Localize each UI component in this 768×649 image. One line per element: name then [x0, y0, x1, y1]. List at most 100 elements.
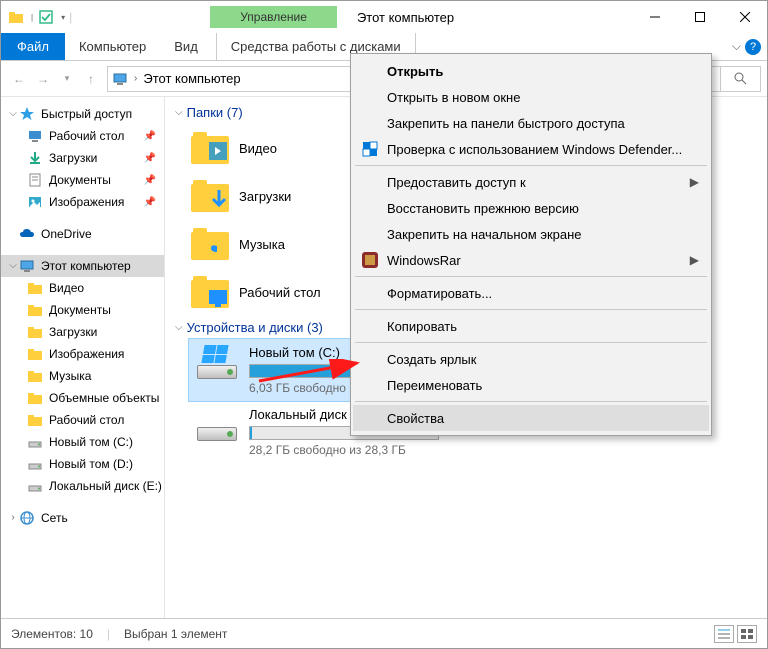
menu-item[interactable]: Копировать [353, 313, 709, 339]
submenu-arrow-icon: ▶ [690, 253, 699, 267]
sidebar-item[interactable]: Загрузки 📌 [1, 147, 164, 169]
sidebar-item[interactable]: Локальный диск (E:) [1, 475, 164, 497]
sidebar-item[interactable]: Документы [1, 299, 164, 321]
status-bar: Элементов: 10 | Выбран 1 элемент [1, 618, 767, 648]
menu-item[interactable]: Форматировать... [353, 280, 709, 306]
tiles-view-button[interactable] [737, 625, 757, 643]
folder-label: Видео [239, 141, 277, 156]
minimize-button[interactable] [632, 2, 677, 32]
sidebar-item[interactable]: Документы 📌 [1, 169, 164, 191]
search-box[interactable] [721, 66, 761, 92]
quick-access-node[interactable]: ⌵ Быстрый доступ [1, 103, 164, 125]
up-button[interactable]: ↑ [79, 67, 103, 91]
menu-item[interactable]: Закрепить на панели быстрого доступа [353, 110, 709, 136]
quick-access-toolbar: | ▾ | [1, 6, 78, 28]
menu-item[interactable]: Открыть в новом окне [353, 84, 709, 110]
rar-icon [361, 251, 379, 269]
menu-item-label: Открыть в новом окне [387, 90, 520, 105]
caret-down-icon[interactable]: ▾ [61, 13, 65, 22]
sidebar-label: OneDrive [41, 227, 92, 241]
folder-icon [27, 280, 43, 296]
computer-icon [112, 71, 128, 87]
details-view-button[interactable] [714, 625, 734, 643]
sidebar-item[interactable]: Объемные объекты [1, 387, 164, 409]
menu-item[interactable]: Закрепить на начальном экране [353, 221, 709, 247]
sidebar-item[interactable]: Изображения [1, 343, 164, 365]
drive-icon [195, 345, 239, 381]
sidebar-item[interactable]: Новый том (C:) [1, 431, 164, 453]
folder-icon [27, 412, 43, 428]
folder-label: Загрузки [239, 189, 291, 204]
cloud-icon [19, 226, 35, 242]
folder-icon[interactable] [5, 6, 27, 28]
pin-icon: 📌 [144, 197, 156, 208]
folder-icon [27, 368, 43, 384]
folder-icon [27, 390, 43, 406]
menu-item-label: Закрепить на начальном экране [387, 227, 582, 242]
properties-icon[interactable] [35, 6, 57, 28]
menu-item[interactable]: Свойства [353, 405, 709, 431]
menu-item[interactable]: Предоставить доступ к ▶ [353, 169, 709, 195]
file-tab[interactable]: Файл [1, 33, 65, 60]
close-button[interactable] [722, 2, 767, 32]
onedrive-node[interactable]: OneDrive [1, 223, 164, 245]
sidebar-label: Изображения [49, 347, 124, 361]
address-text[interactable]: Этот компьютер [143, 71, 240, 86]
back-button[interactable]: ← [7, 67, 31, 91]
menu-item[interactable]: Переименовать [353, 372, 709, 398]
help-icon[interactable]: ? [745, 39, 761, 55]
menu-item-label: Копировать [387, 319, 457, 334]
sidebar-label: Сеть [41, 511, 68, 525]
ribbon-tab[interactable]: Вид [160, 33, 212, 60]
sidebar-item[interactable]: Видео [1, 277, 164, 299]
sidebar-item[interactable]: Новый том (D:) [1, 453, 164, 475]
sidebar-item[interactable]: Рабочий стол [1, 409, 164, 431]
window-controls [632, 2, 767, 32]
menu-separator [355, 401, 707, 402]
sidebar-item[interactable]: Загрузки [1, 321, 164, 343]
menu-item-label: Форматировать... [387, 286, 492, 301]
drive-free-text: 28,2 ГБ свободно из 28,3 ГБ [249, 443, 439, 457]
contextual-tab-header: Управление [210, 6, 337, 28]
folder-icon [27, 194, 43, 210]
menu-item[interactable]: Восстановить прежнюю версию [353, 195, 709, 221]
sidebar-label: Документы [49, 303, 111, 317]
sidebar-label: Загрузки [49, 325, 97, 339]
recent-locations-button[interactable]: ▾ [55, 67, 79, 91]
this-pc-node[interactable]: ⌵ Этот компьютер [1, 255, 164, 277]
sidebar-label: Документы [49, 173, 111, 187]
collapse-icon[interactable]: ⌵ [7, 107, 19, 119]
group-header-label: Папки (7) [187, 105, 243, 120]
view-switcher [714, 625, 757, 643]
chevron-down-icon[interactable]: ⌵ [175, 107, 183, 118]
sidebar-label: Локальный диск (E:) [49, 479, 162, 493]
pin-icon: 📌 [144, 153, 156, 164]
menu-item-label: WindowsRar [387, 253, 461, 268]
menu-item[interactable]: Открыть [353, 58, 709, 84]
collapse-icon[interactable]: ⌵ [7, 259, 19, 271]
forward-button[interactable]: → [31, 67, 55, 91]
sidebar-label: Объемные объекты [49, 391, 159, 405]
sidebar-item[interactable]: Рабочий стол 📌 [1, 125, 164, 147]
navigation-pane: ⌵ Быстрый доступ Рабочий стол 📌 Загрузки… [1, 97, 165, 618]
menu-item[interactable]: Создать ярлык [353, 346, 709, 372]
menu-item[interactable]: WindowsRar ▶ [353, 247, 709, 273]
status-selection: Выбран 1 элемент [124, 627, 227, 641]
sidebar-item[interactable]: Изображения 📌 [1, 191, 164, 213]
sidebar-label: Новый том (C:) [49, 435, 133, 449]
collapse-ribbon-icon[interactable]: ⌵ [732, 39, 741, 54]
sidebar-label: Этот компьютер [41, 259, 131, 273]
folder-icon [27, 302, 43, 318]
sidebar-label: Изображения [49, 195, 124, 209]
menu-item-label: Открыть [387, 64, 443, 79]
sidebar-item[interactable]: Музыка [1, 365, 164, 387]
chevron-right-icon[interactable]: › [132, 73, 139, 84]
menu-item[interactable]: Проверка с использованием Windows Defend… [353, 136, 709, 162]
ribbon-tab[interactable]: Компьютер [65, 33, 160, 60]
window-title: Этот компьютер [357, 10, 454, 25]
maximize-button[interactable] [677, 2, 722, 32]
submenu-arrow-icon: ▶ [690, 175, 699, 189]
chevron-down-icon[interactable]: ⌵ [175, 322, 183, 333]
expand-icon[interactable]: › [7, 511, 19, 523]
network-node[interactable]: › Сеть [1, 507, 164, 529]
